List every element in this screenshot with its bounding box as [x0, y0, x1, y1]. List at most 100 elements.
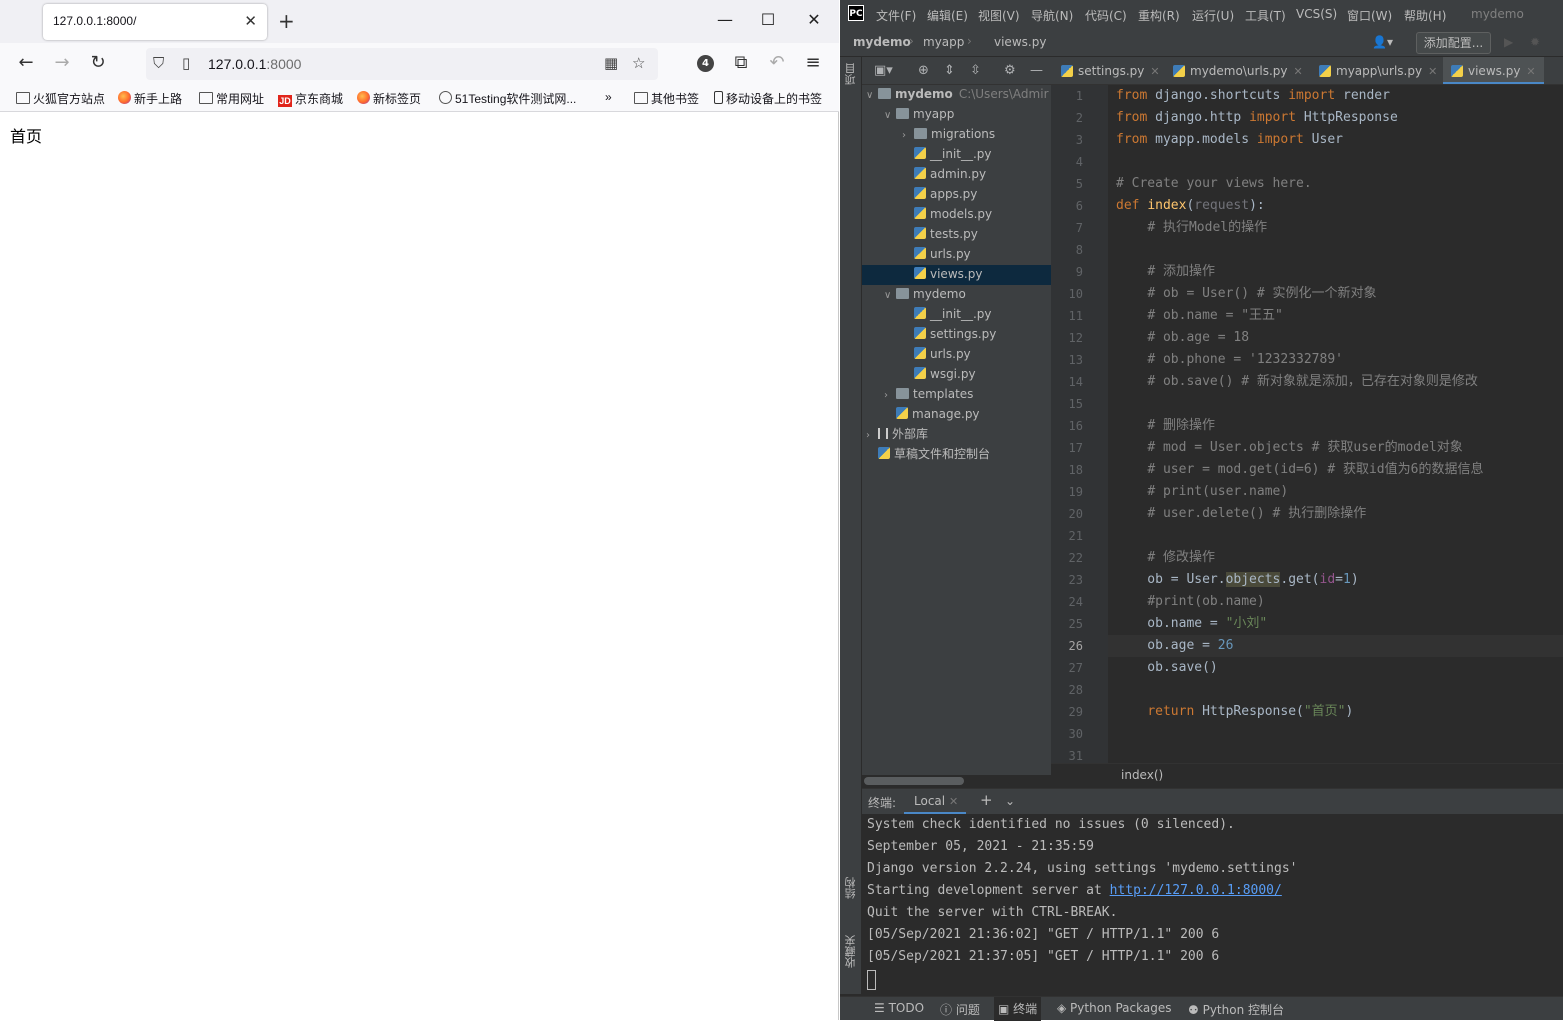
menu-navigate[interactable]: 导航(N) — [1031, 7, 1073, 24]
python-packages-tool-button[interactable]: ◈ Python Packages — [1057, 1001, 1171, 1015]
editor-tab-active[interactable]: views.py ✕ — [1443, 57, 1544, 84]
maximize-icon[interactable]: ☐ — [756, 10, 780, 29]
menu-icon[interactable]: ≡ — [801, 53, 825, 73]
tree-node[interactable]: manage.py — [862, 405, 1051, 425]
hide-icon[interactable]: — — [1030, 63, 1043, 78]
tree-node[interactable]: 草稿文件和控制台 — [862, 445, 1051, 465]
breadcrumb-folder[interactable]: myapp — [923, 35, 964, 49]
bookmark-item[interactable]: 51Testing软件测试网... — [439, 90, 576, 107]
page-info-icon[interactable]: ▯ — [182, 54, 190, 72]
menu-file[interactable]: 文件(F) — [876, 7, 916, 24]
chevron-down-icon[interactable]: ∨ — [866, 87, 878, 105]
bookmark-item[interactable]: 移动设备上的书签 — [714, 90, 822, 107]
terminal-tool-button[interactable]: ▣ 终端 — [994, 997, 1042, 1021]
tree-node[interactable]: views.py — [862, 265, 1051, 285]
python-console-tool-button[interactable]: ⚉ Python 控制台 — [1188, 1001, 1284, 1018]
chevron-down-icon[interactable]: ∨ — [884, 287, 896, 305]
problems-tool-button[interactable]: ⓘ 问题 — [940, 1001, 980, 1018]
menu-vcs[interactable]: VCS(S) — [1296, 7, 1337, 21]
favorites-tool-tab[interactable]: 收藏夹 — [843, 935, 859, 968]
gear-icon[interactable]: ⚙ — [1004, 63, 1016, 78]
tab-close-icon[interactable]: ✕ — [1526, 65, 1535, 78]
shield-icon[interactable]: ⛉ — [153, 54, 164, 72]
terminal-tab-local[interactable]: Local ✕ — [904, 789, 966, 815]
locate-icon[interactable]: ⊕ — [918, 63, 929, 78]
new-tab-icon[interactable]: + — [278, 9, 295, 33]
tree-node[interactable]: __init__.py — [862, 145, 1051, 165]
tree-node[interactable]: tests.py — [862, 225, 1051, 245]
tree-node[interactable]: apps.py — [862, 185, 1051, 205]
bookmark-item[interactable]: JD 京东商城 — [278, 90, 343, 107]
close-window-icon[interactable]: ✕ — [802, 10, 826, 29]
back-icon[interactable]: ← — [14, 53, 38, 73]
chevron-down-icon[interactable]: ⌄ — [1005, 794, 1015, 808]
reload-icon[interactable]: ↻ — [86, 53, 110, 73]
bookmarks-overflow-icon[interactable]: » — [605, 90, 612, 104]
extension-badge[interactable]: 4 — [697, 55, 714, 72]
breadcrumb-file[interactable]: views.py — [994, 35, 1046, 49]
tree-node[interactable]: ∨ mydemo C:\Users\Admir — [862, 85, 1051, 105]
bookmark-item[interactable]: 常用网址 — [199, 90, 264, 107]
chevron-down-icon[interactable]: ∨ — [884, 107, 896, 125]
server-url-link[interactable]: http://127.0.0.1:8000/ — [1110, 883, 1282, 898]
bookmark-item[interactable]: 其他书签 — [634, 90, 699, 107]
expand-all-icon[interactable]: ⇕ — [944, 63, 955, 78]
tree-node[interactable]: › templates — [862, 385, 1051, 405]
menu-refactor[interactable]: 重构(R) — [1138, 7, 1180, 24]
tree-node[interactable]: › migrations — [862, 125, 1051, 145]
collapse-all-icon[interactable]: ⇳ — [970, 63, 981, 78]
tree-node[interactable]: urls.py — [862, 245, 1051, 265]
editor-tab[interactable]: mydemo\urls.py ✕ — [1173, 57, 1303, 84]
menu-code[interactable]: 代码(C) — [1085, 7, 1127, 24]
bookmark-item[interactable]: 新标签页 — [357, 90, 421, 107]
new-terminal-icon[interactable]: + — [980, 791, 993, 809]
run-icon[interactable]: ▶ — [1504, 35, 1513, 49]
menu-window[interactable]: 窗口(W) — [1347, 7, 1392, 24]
tree-node[interactable]: wsgi.py — [862, 365, 1051, 385]
debug-icon[interactable]: ✹ — [1530, 35, 1540, 49]
qr-code-icon[interactable]: ▦ — [604, 54, 618, 72]
view-select-icon[interactable]: ▣▾ — [874, 63, 893, 78]
menu-help[interactable]: 帮助(H) — [1404, 7, 1446, 24]
terminal-output[interactable]: System check identified no issues (0 sil… — [862, 814, 1563, 994]
tab-close-icon[interactable]: ✕ — [1428, 65, 1437, 78]
minimize-icon[interactable]: — — [713, 10, 737, 29]
tree-scrollbar[interactable] — [864, 777, 964, 785]
tree-node[interactable]: __init__.py — [862, 305, 1051, 325]
breadcrumb-project[interactable]: mydemo — [853, 35, 911, 49]
undo-icon[interactable]: ↶ — [765, 53, 789, 73]
code-editor[interactable]: from django.shortcuts import render from … — [1108, 85, 1563, 763]
tab-close-icon[interactable]: ✕ — [1294, 65, 1303, 78]
project-tool-tab[interactable]: 项目 — [843, 63, 859, 85]
browser-tab[interactable]: 127.0.0.1:8000/ ✕ — [43, 4, 267, 40]
menu-view[interactable]: 视图(V) — [978, 7, 1020, 24]
menu-run[interactable]: 运行(U) — [1192, 7, 1234, 24]
code-breadcrumb[interactable]: index() — [1121, 768, 1163, 782]
tree-node[interactable]: ∨ myapp — [862, 105, 1051, 125]
chevron-right-icon[interactable]: › — [866, 427, 878, 445]
editor-tab[interactable]: myapp\urls.py ✕ — [1319, 57, 1437, 84]
tree-node[interactable]: models.py — [862, 205, 1051, 225]
menu-edit[interactable]: 编辑(E) — [927, 7, 968, 24]
tree-node[interactable]: › 外部库 — [862, 425, 1051, 445]
user-icon[interactable]: 👤▾ — [1372, 35, 1393, 49]
crop-icon[interactable]: ⧉ — [729, 53, 753, 73]
add-configuration-button[interactable]: 添加配置... — [1416, 32, 1491, 54]
menu-tools[interactable]: 工具(T) — [1245, 7, 1286, 24]
tab-close-icon[interactable]: ✕ — [949, 795, 958, 808]
bookmark-item[interactable]: 火狐官方站点 — [16, 90, 105, 107]
tree-node[interactable]: ∨ mydemo — [862, 285, 1051, 305]
chevron-right-icon[interactable]: › — [884, 387, 896, 405]
todo-tool-button[interactable]: ☰ TODO — [874, 1001, 924, 1015]
bookmark-item[interactable]: 新手上路 — [118, 90, 182, 107]
tab-close-icon[interactable]: ✕ — [244, 12, 257, 30]
forward-icon[interactable]: → — [50, 53, 74, 73]
editor-tab[interactable]: settings.py ✕ — [1061, 57, 1160, 84]
structure-tool-tab[interactable]: 结构 — [843, 877, 859, 899]
url-bar[interactable]: ⛉ ▯ 127.0.0.1:8000 ▦ ☆ — [146, 48, 658, 80]
tree-node[interactable]: settings.py — [862, 325, 1051, 345]
tab-close-icon[interactable]: ✕ — [1150, 65, 1159, 78]
url-text[interactable]: 127.0.0.1:8000 — [208, 56, 301, 72]
tree-node[interactable]: urls.py — [862, 345, 1051, 365]
tree-node[interactable]: admin.py — [862, 165, 1051, 185]
